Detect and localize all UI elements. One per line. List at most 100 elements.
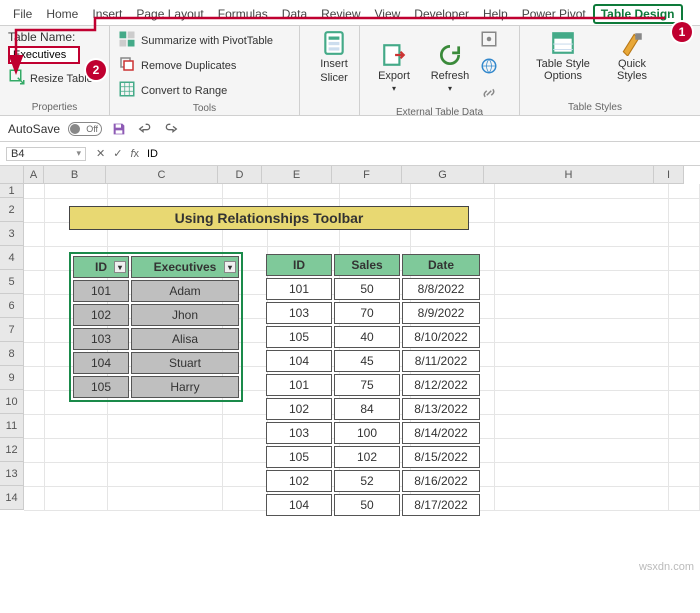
redo-icon[interactable] [162,120,180,138]
table-cell[interactable]: 75 [334,374,400,396]
table-cell[interactable]: 101 [266,278,332,300]
tab-home[interactable]: Home [39,4,85,24]
tab-insert[interactable]: Insert [85,4,129,24]
table-cell[interactable]: 8/8/2022 [402,278,480,300]
col-header-b[interactable]: B [44,166,106,184]
tab-developer[interactable]: Developer [407,4,476,24]
convert-range-button[interactable]: Convert to Range [118,80,291,101]
table-cell[interactable]: 105 [266,446,332,468]
row-header[interactable]: 10 [0,390,24,414]
table-cell[interactable]: 101 [266,374,332,396]
tab-power-pivot[interactable]: Power Pivot [515,4,593,24]
table-cell[interactable]: 103 [73,328,129,350]
table-cell[interactable]: 104 [266,494,332,516]
formula-input[interactable] [147,148,447,160]
table-cell[interactable]: 102 [266,398,332,420]
row-header[interactable]: 4 [0,246,24,270]
insert-slicer-button[interactable]: Insert Slicer [308,30,360,84]
quick-styles-button[interactable]: Quick Styles [606,30,658,82]
table-cell[interactable]: 105 [266,326,332,348]
export-button[interactable]: Export ▾ [368,30,420,105]
table-cell[interactable]: 103 [266,302,332,324]
refresh-button[interactable]: Refresh ▾ [424,30,476,105]
table-cell[interactable]: 84 [334,398,400,420]
row-header[interactable]: 5 [0,270,24,294]
col-header-h[interactable]: H [484,166,654,184]
save-icon[interactable] [110,120,128,138]
table-cell[interactable]: 45 [334,350,400,372]
table-cell[interactable]: 40 [334,326,400,348]
col-header-d[interactable]: D [218,166,262,184]
enter-icon[interactable]: ✓ [113,147,122,160]
table-cell[interactable]: 50 [334,278,400,300]
table-cell[interactable]: Alisa [131,328,239,350]
table-cell[interactable]: Jhon [131,304,239,326]
undo-icon[interactable] [136,120,154,138]
name-box[interactable]: B4 ▾ [6,147,86,161]
tab-table-design[interactable]: Table Design [593,4,683,24]
tbl-a-header-exec[interactable]: Executives▾ [131,256,239,278]
table-cell[interactable]: 50 [334,494,400,516]
col-header-f[interactable]: F [332,166,402,184]
row-header[interactable]: 14 [0,486,24,510]
tab-view[interactable]: View [368,4,408,24]
table-style-options-button[interactable]: Table Style Options [528,30,598,82]
row-header[interactable]: 2 [0,198,24,222]
col-header-g[interactable]: G [402,166,484,184]
table-cell[interactable]: 8/13/2022 [402,398,480,420]
select-all-corner[interactable] [0,166,24,184]
row-header[interactable]: 13 [0,462,24,486]
table-cell[interactable]: 102 [73,304,129,326]
sales-table[interactable]: ID Sales Date 101508/8/2022 103708/9/202… [264,252,482,518]
table-cell[interactable]: Stuart [131,352,239,374]
table-cell[interactable]: 8/11/2022 [402,350,480,372]
table-cell[interactable]: 52 [334,470,400,492]
table-cell[interactable]: 102 [266,470,332,492]
table-cell[interactable]: 104 [266,350,332,372]
tbl-b-header-sales[interactable]: Sales [334,254,400,276]
tab-data[interactable]: Data [275,4,314,24]
cancel-icon[interactable]: ✕ [96,147,105,160]
table-cell[interactable]: 104 [73,352,129,374]
table-name-input[interactable] [8,46,80,64]
table-cell[interactable]: 8/9/2022 [402,302,480,324]
table-cell[interactable]: 102 [334,446,400,468]
remove-duplicates-button[interactable]: Remove Duplicates [118,55,291,76]
cell-area[interactable]: Using Relationships Toolbar ID▾ Executiv… [24,184,700,511]
col-header-c[interactable]: C [106,166,218,184]
row-header[interactable]: 3 [0,222,24,246]
table-cell[interactable]: 8/10/2022 [402,326,480,348]
browser-icon[interactable] [480,57,498,78]
row-header[interactable]: 8 [0,342,24,366]
table-cell[interactable]: 105 [73,376,129,398]
tab-formulas[interactable]: Formulas [211,4,275,24]
executives-table[interactable]: ID▾ Executives▾ 101Adam 102Jhon 103Alisa… [69,252,243,402]
unlink-icon[interactable] [480,84,498,105]
table-cell[interactable]: 8/16/2022 [402,470,480,492]
table-cell[interactable]: 8/15/2022 [402,446,480,468]
tab-page-layout[interactable]: Page Layout [129,4,210,24]
filter-dropdown-icon[interactable]: ▾ [114,261,126,273]
table-cell[interactable]: 8/17/2022 [402,494,480,516]
properties-icon[interactable] [480,30,498,51]
tab-help[interactable]: Help [476,4,515,24]
table-cell[interactable]: 100 [334,422,400,444]
row-header[interactable]: 12 [0,438,24,462]
row-header[interactable]: 1 [0,184,24,198]
row-header[interactable]: 7 [0,318,24,342]
row-header[interactable]: 11 [0,414,24,438]
tbl-a-header-id[interactable]: ID▾ [73,256,129,278]
resize-table-button[interactable]: Resize Table [30,73,93,85]
fx-icon[interactable]: fx [130,148,139,160]
table-cell[interactable]: 101 [73,280,129,302]
tbl-b-header-id[interactable]: ID [266,254,332,276]
filter-dropdown-icon[interactable]: ▾ [224,261,236,273]
table-cell[interactable]: 70 [334,302,400,324]
col-header-e[interactable]: E [262,166,332,184]
tab-review[interactable]: Review [314,4,367,24]
table-cell[interactable]: 103 [266,422,332,444]
table-cell[interactable]: Harry [131,376,239,398]
row-header[interactable]: 9 [0,366,24,390]
tbl-b-header-date[interactable]: Date [402,254,480,276]
summarize-pivot-button[interactable]: Summarize with PivotTable [118,30,291,51]
